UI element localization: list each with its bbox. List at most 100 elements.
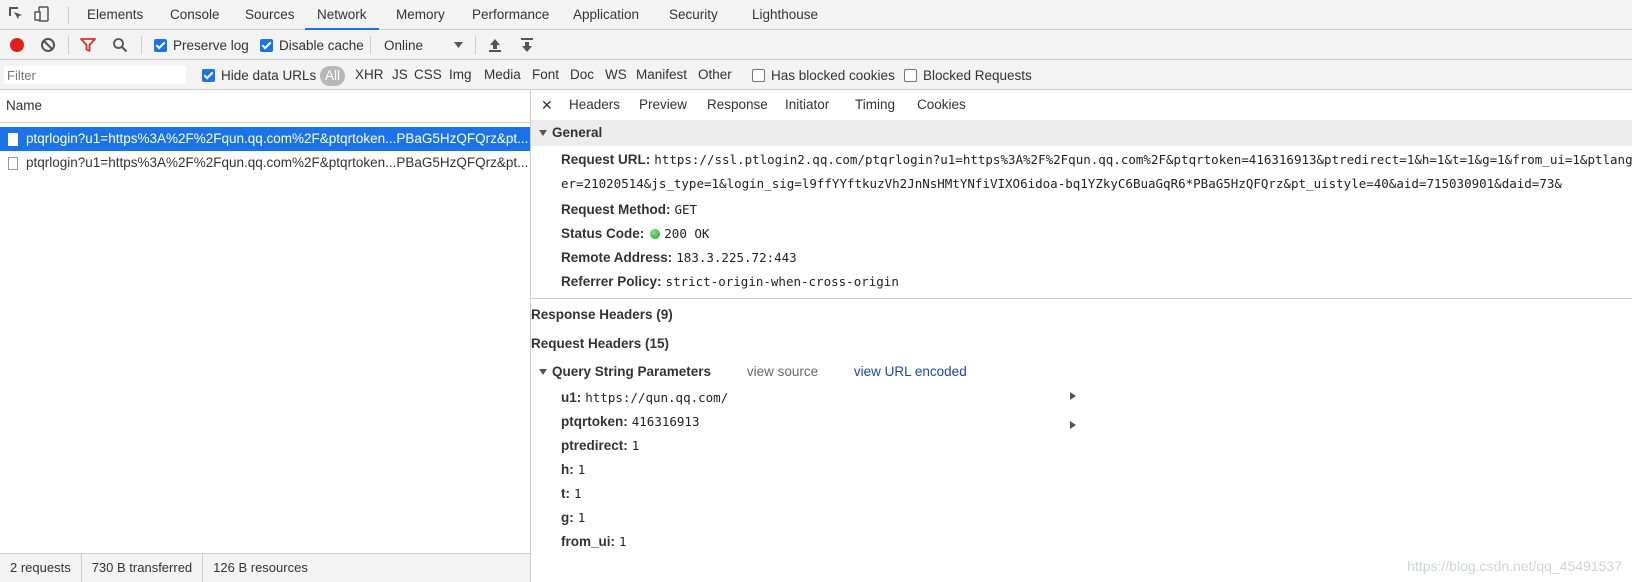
request-name: ptqrlogin?u1=https%3A%2F%2Fqun.qq.com%2F… bbox=[26, 131, 529, 146]
query-param-row: g: 1 bbox=[561, 510, 585, 525]
request-list-panel: Name ptqrlogin?u1=https%3A%2F%2Fqun.qq.c… bbox=[0, 90, 531, 582]
checkbox-checked-icon bbox=[154, 38, 167, 52]
param-key: ptredirect: bbox=[561, 438, 628, 453]
referrer-policy-row: Referrer Policy: strict-origin-when-cross… bbox=[561, 274, 899, 289]
tab-initiator[interactable]: Initiator bbox=[775, 90, 839, 120]
filter-type-all[interactable]: All bbox=[320, 66, 346, 86]
filter-type-xhr[interactable]: XHR bbox=[355, 60, 384, 90]
status-code-label: Status Code: bbox=[561, 226, 645, 241]
remote-address-row: Remote Address: 183.3.225.72:443 bbox=[561, 250, 797, 265]
request-url-value-wrap: er=21020514&js_type=1&login_sig=l9ffYYft… bbox=[561, 176, 1562, 191]
throttling-select[interactable]: Online bbox=[384, 30, 464, 60]
request-details-panel: ✕ Headers Preview Response Initiator Tim… bbox=[531, 90, 1632, 582]
response-headers-section-header[interactable]: Response Headers (9) bbox=[531, 302, 1632, 400]
tab-timing[interactable]: Timing bbox=[845, 90, 905, 120]
query-param-row: u1: https://qun.qq.com/ bbox=[561, 390, 728, 405]
request-url-label: Request URL: bbox=[561, 152, 651, 167]
clear-button[interactable] bbox=[40, 30, 56, 60]
param-value: https://qun.qq.com/ bbox=[585, 390, 729, 405]
filter-type-font[interactable]: Font bbox=[532, 60, 559, 90]
status-code-value: 200 OK bbox=[664, 226, 710, 241]
tab-preview[interactable]: Preview bbox=[629, 90, 697, 120]
close-details-icon[interactable]: ✕ bbox=[541, 90, 553, 120]
tab-lighthouse[interactable]: Lighthouse bbox=[740, 0, 830, 30]
devtools-tabbar: Elements Console Sources Network Memory … bbox=[0, 0, 1632, 30]
query-param-row: ptqrtoken: 416316913 bbox=[561, 414, 699, 429]
tab-headers[interactable]: Headers bbox=[559, 90, 631, 122]
toolbar-separator bbox=[68, 6, 69, 24]
view-url-encoded-link[interactable]: view URL encoded bbox=[854, 364, 967, 379]
param-value: 1 bbox=[577, 510, 586, 525]
general-section-header[interactable]: General bbox=[531, 120, 1632, 146]
hide-data-urls-checkbox[interactable]: Hide data URLs bbox=[202, 60, 316, 90]
resources-size: 126 B resources bbox=[213, 560, 308, 575]
tab-cookies[interactable]: Cookies bbox=[907, 90, 976, 120]
param-value: 1 bbox=[631, 438, 640, 453]
transferred-size: 730 B transferred bbox=[82, 554, 204, 582]
param-key: u1: bbox=[561, 390, 582, 405]
toolbar-separator bbox=[475, 36, 476, 54]
network-toolbar: Preserve log Disable cache Online bbox=[0, 30, 1632, 60]
export-har-button[interactable] bbox=[520, 30, 534, 60]
request-url-row: Request URL: https://ssl.ptlogin2.qq.com/… bbox=[561, 152, 1632, 167]
tab-application[interactable]: Application bbox=[561, 0, 651, 30]
response-headers-title: Response Headers (9) bbox=[531, 307, 673, 322]
request-headers-section-header[interactable]: Request Headers (15) bbox=[531, 331, 1632, 429]
filter-type-js[interactable]: JS bbox=[392, 60, 408, 90]
tab-memory[interactable]: Memory bbox=[384, 0, 457, 30]
param-value: 1 bbox=[619, 534, 627, 549]
request-headers-title: Request Headers (15) bbox=[531, 336, 670, 351]
filter-type-other[interactable]: Other bbox=[698, 60, 732, 90]
section-divider bbox=[531, 298, 1632, 299]
filter-type-img[interactable]: Img bbox=[449, 60, 472, 90]
tab-response[interactable]: Response bbox=[697, 90, 778, 120]
filter-type-media[interactable]: Media bbox=[484, 60, 521, 90]
triangle-down-icon bbox=[539, 130, 547, 137]
search-button[interactable] bbox=[112, 30, 128, 60]
tab-elements[interactable]: Elements bbox=[75, 0, 155, 30]
query-string-title: Query String Parameters bbox=[552, 364, 712, 379]
request-count: 2 requests bbox=[0, 554, 82, 582]
devtools-tools bbox=[8, 6, 50, 22]
view-source-link[interactable]: view source bbox=[747, 364, 818, 379]
name-column-header[interactable]: Name bbox=[0, 90, 530, 123]
import-har-button[interactable] bbox=[488, 30, 502, 60]
param-value: 416316913 bbox=[631, 414, 700, 429]
checkbox-checked-icon bbox=[202, 68, 215, 82]
blocked-requests-checkbox[interactable]: Blocked Requests bbox=[904, 60, 1032, 90]
tab-console[interactable]: Console bbox=[158, 0, 232, 30]
filter-type-ws[interactable]: WS bbox=[605, 60, 627, 90]
request-row[interactable]: ptqrlogin?u1=https%3A%2F%2Fqun.qq.com%2F… bbox=[0, 127, 530, 151]
preserve-log-checkbox[interactable]: Preserve log bbox=[154, 30, 249, 60]
device-toolbar-icon[interactable] bbox=[34, 6, 50, 22]
param-value: 1 bbox=[577, 462, 586, 477]
details-tabbar: ✕ Headers Preview Response Initiator Tim… bbox=[531, 90, 1632, 122]
document-icon bbox=[8, 156, 18, 170]
blocked-requests-label: Blocked Requests bbox=[923, 67, 1032, 83]
tab-network[interactable]: Network bbox=[305, 0, 379, 30]
record-button[interactable] bbox=[9, 30, 25, 60]
filter-type-doc[interactable]: Doc bbox=[570, 60, 594, 90]
filter-type-css[interactable]: CSS bbox=[414, 60, 442, 90]
tab-security[interactable]: Security bbox=[657, 0, 730, 30]
network-summary-bar: 2 requests 730 B transferred 126 B resou… bbox=[0, 553, 530, 582]
request-name: ptqrlogin?u1=https%3A%2F%2Fqun.qq.com%2F… bbox=[26, 155, 529, 170]
chevron-down-icon bbox=[454, 42, 463, 48]
tab-sources[interactable]: Sources bbox=[233, 0, 307, 30]
filter-input[interactable] bbox=[4, 66, 186, 84]
request-row[interactable]: ptqrlogin?u1=https%3A%2F%2Fqun.qq.com%2F… bbox=[0, 151, 530, 175]
request-method-label: Request Method: bbox=[561, 202, 671, 217]
filter-type-manifest[interactable]: Manifest bbox=[636, 60, 687, 90]
param-key: t: bbox=[561, 486, 570, 501]
has-blocked-cookies-checkbox[interactable]: Has blocked cookies bbox=[752, 60, 895, 90]
tab-performance[interactable]: Performance bbox=[460, 0, 561, 30]
status-ok-icon bbox=[650, 229, 661, 239]
throttling-value: Online bbox=[384, 37, 424, 53]
param-value: 1 bbox=[574, 486, 582, 501]
filter-toggle-button[interactable] bbox=[80, 30, 96, 60]
record-icon bbox=[10, 38, 24, 52]
checkbox-unchecked-icon bbox=[904, 68, 917, 82]
query-string-section-header[interactable]: Query String Parameters view source view… bbox=[531, 359, 1632, 385]
disable-cache-checkbox[interactable]: Disable cache bbox=[260, 30, 364, 60]
inspect-element-icon[interactable] bbox=[8, 6, 24, 22]
